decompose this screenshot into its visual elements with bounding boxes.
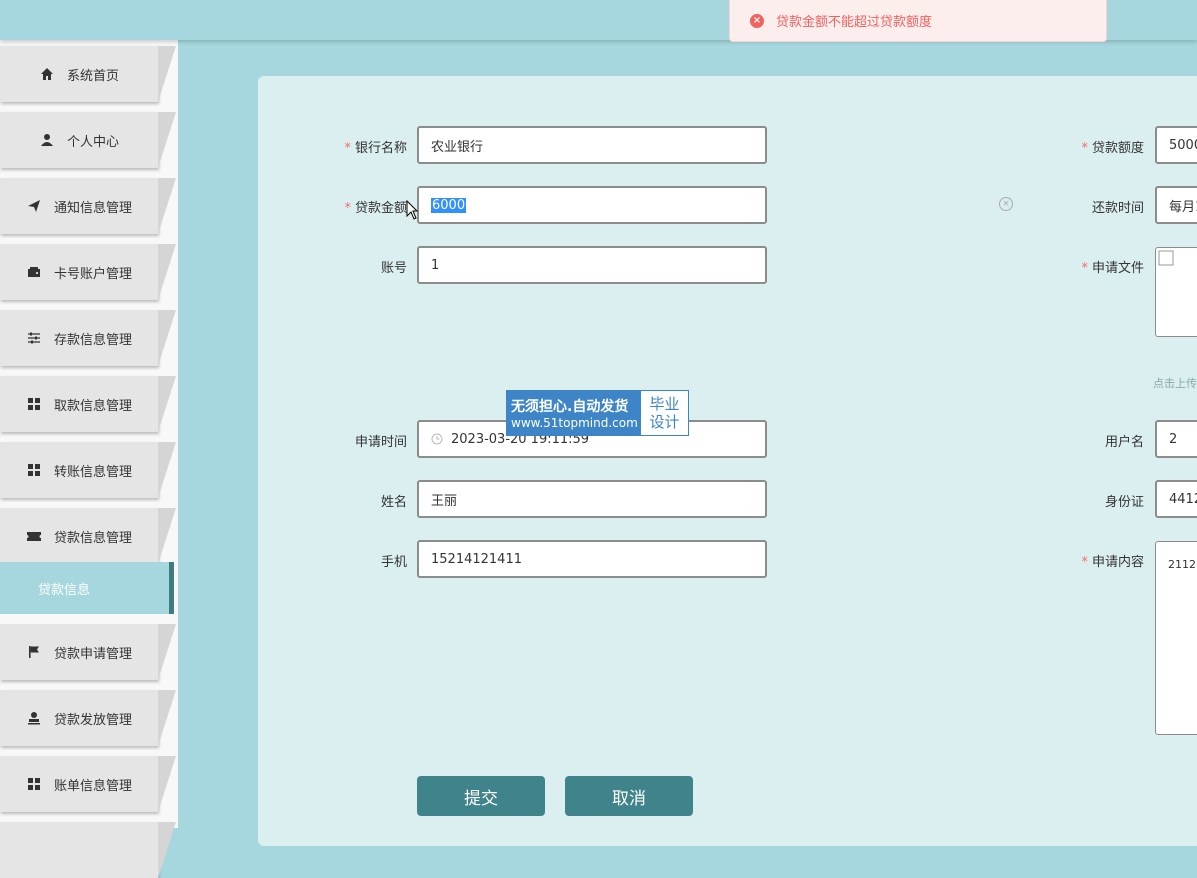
- submit-button[interactable]: 提交: [417, 776, 545, 816]
- upload-hint[interactable]: 点击上传: [1153, 375, 1197, 391]
- phone-input[interactable]: 15214121411: [417, 540, 767, 578]
- sidebar-item-home[interactable]: 系统首页: [0, 46, 176, 102]
- bank-name-label: * 银行名称: [344, 141, 407, 156]
- loan-limit-input[interactable]: 5000: [1155, 126, 1197, 164]
- error-toast: × 贷款金额不能超过贷款额度: [729, 0, 1107, 42]
- bank-name-input[interactable]: 农业银行: [417, 126, 767, 164]
- phone-label: 手机: [380, 555, 407, 570]
- flag-icon: [26, 644, 42, 660]
- repay-time-input[interactable]: 每月1: [1155, 186, 1197, 224]
- grid-icon: [26, 776, 42, 792]
- sidebar-item-withdraw[interactable]: 取款信息管理: [0, 376, 176, 432]
- sidebar-subitem-loan[interactable]: 贷款信息: [0, 562, 174, 614]
- mouse-cursor-icon: [406, 199, 419, 224]
- account-label: 账号: [380, 261, 407, 276]
- grid-icon: [26, 396, 42, 412]
- clock-icon: [431, 433, 443, 445]
- account-input[interactable]: 1: [417, 246, 767, 284]
- loan-amount-label: * 贷款金额: [344, 201, 407, 216]
- error-circle-icon: ×: [750, 13, 764, 28]
- sidebar-item-deposit[interactable]: 存款信息管理: [0, 310, 176, 366]
- wallet-icon: [26, 264, 42, 280]
- sidebar-item-loan-info[interactable]: 贷款信息管理: [0, 508, 176, 564]
- apply-content-textarea[interactable]: 2112: [1155, 541, 1197, 735]
- sidebar-item-notice[interactable]: 通知信息管理: [0, 178, 176, 234]
- name-input[interactable]: 王丽: [417, 480, 767, 518]
- home-icon: [39, 66, 55, 82]
- sidebar-item-more[interactable]: [0, 822, 176, 878]
- broken-image-icon: [1158, 250, 1174, 266]
- loan-amount-input[interactable]: 6000: [417, 186, 767, 224]
- sidebar-item-card-account[interactable]: 卡号账户管理: [0, 244, 176, 300]
- id-card-input[interactable]: 4412: [1155, 480, 1197, 518]
- sidebar-item-bill[interactable]: 账单信息管理: [0, 756, 176, 812]
- apply-time-label: 申请时间: [354, 435, 407, 450]
- clear-icon[interactable]: ×: [999, 197, 1013, 211]
- sidebar: 系统首页 个人中心 通知信息管理 卡号账户管理 存款信息管理 取款信息管理 转账…: [0, 40, 178, 878]
- sliders-icon: [26, 330, 42, 346]
- username-label: 用户名: [1104, 435, 1144, 450]
- repay-time-label: 还款时间: [1091, 201, 1144, 216]
- ticket-icon: [26, 528, 42, 544]
- sidebar-item-profile[interactable]: 个人中心: [0, 112, 176, 168]
- user-icon: [39, 132, 55, 148]
- apply-content-label: * 申请内容: [1081, 555, 1144, 570]
- apply-file-label: * 申请文件: [1081, 261, 1144, 276]
- stamp-icon: [26, 710, 42, 726]
- sidebar-item-transfer[interactable]: 转账信息管理: [0, 442, 176, 498]
- username-input[interactable]: 2: [1155, 420, 1197, 458]
- loan-limit-label: * 贷款额度: [1081, 141, 1144, 156]
- id-card-label: 身份证: [1104, 495, 1144, 510]
- grid-icon: [26, 462, 42, 478]
- paper-plane-icon: [26, 198, 42, 214]
- name-label: 姓名: [380, 495, 407, 510]
- sidebar-item-loan-release[interactable]: 贷款发放管理: [0, 690, 176, 746]
- watermark: 无须担心.自动发货 www.51topmind.com 毕业 设计: [506, 390, 689, 436]
- sidebar-item-loan-apply[interactable]: 贷款申请管理: [0, 624, 176, 680]
- file-upload-box[interactable]: [1155, 247, 1197, 337]
- toast-message: 贷款金额不能超过贷款额度: [776, 15, 933, 30]
- cancel-button[interactable]: 取消: [565, 776, 693, 816]
